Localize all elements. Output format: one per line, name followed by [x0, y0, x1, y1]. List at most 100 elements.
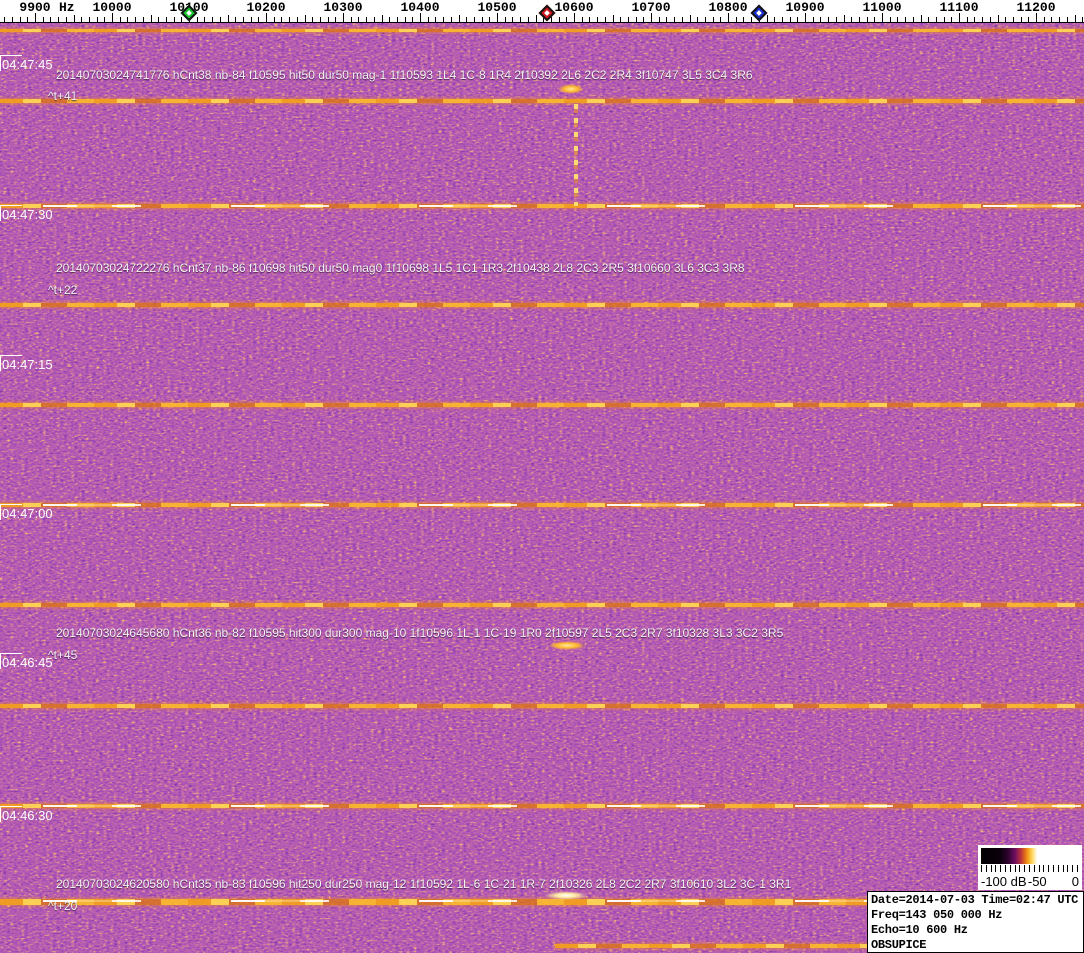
freq-tick — [921, 15, 922, 22]
timing-line — [0, 804, 1084, 808]
freq-tick — [274, 17, 275, 22]
freq-tick — [474, 17, 475, 22]
freq-tick — [1005, 17, 1006, 22]
freq-tick — [589, 17, 590, 22]
freq-tick — [235, 17, 236, 22]
meteor-echo-blob — [548, 641, 586, 650]
freq-tick — [74, 15, 75, 22]
freq-tick — [412, 17, 413, 22]
freq-tick-label: 11100 — [939, 0, 979, 15]
freq-tick — [4, 17, 5, 22]
freq-tick — [620, 17, 621, 22]
time-tick-label: 04:47:45 — [0, 55, 53, 72]
time-tick-label: 04:47:00 — [0, 504, 53, 521]
info-date-line: Date=2014-07-03 Time=02:47 UTC — [871, 893, 1079, 907]
freq-tick — [998, 15, 999, 22]
meteor-echo-blob — [544, 891, 588, 900]
time-tick-mark-vertical — [0, 504, 1, 520]
freq-tick — [897, 17, 898, 22]
freq-tick — [66, 17, 67, 22]
freq-tick — [528, 17, 529, 22]
freq-tick — [1059, 17, 1060, 22]
freq-tick — [659, 17, 660, 22]
freq-tick — [166, 17, 167, 22]
station-info-box: Date=2014-07-03 Time=02:47 UTC Freq=143 … — [867, 891, 1084, 953]
detection-annotation: 20140703024645680 hCnt36 nb-82 f10595 hi… — [56, 626, 784, 640]
time-label-text: 04:47:45 — [2, 57, 53, 72]
time-tick-mark — [0, 653, 22, 654]
freq-tick — [1067, 17, 1068, 22]
freq-tick — [389, 17, 390, 22]
freq-tick — [97, 17, 98, 22]
spectrogram-app: Hz 9900100001010010200103001040010500106… — [0, 0, 1084, 953]
colorbar-ticks — [981, 865, 1078, 873]
freq-tick — [127, 17, 128, 22]
freq-tick — [443, 17, 444, 22]
time-label-text: 04:46:30 — [2, 808, 53, 823]
freq-tick — [505, 17, 506, 22]
time-tick-mark — [0, 205, 22, 206]
freq-tick — [335, 17, 336, 22]
freq-tick — [27, 17, 28, 22]
time-tick-label: 04:46:30 — [0, 806, 53, 823]
freq-tick-label: 11000 — [862, 0, 902, 15]
colorbar-tick — [1076, 865, 1078, 872]
freq-tick — [974, 17, 975, 22]
detection-annotation: 20140703024620580 hCnt35 nb-83 f10596 hi… — [56, 877, 792, 891]
freq-tick — [428, 17, 429, 22]
colorbar-tick — [985, 865, 987, 872]
freq-tick — [374, 17, 375, 22]
colorbar-tick — [1052, 865, 1054, 872]
colorbar-tick — [981, 865, 982, 872]
detection-time-offset: ^t+41 — [48, 89, 78, 103]
freq-tick — [143, 17, 144, 22]
freq-tick — [81, 17, 82, 22]
freq-tick — [566, 17, 567, 22]
freq-tick — [281, 17, 282, 22]
colorbar-min-label: -100 dB — [981, 874, 1027, 889]
freq-tick — [351, 17, 352, 22]
freq-tick — [944, 17, 945, 22]
time-tick-mark — [0, 504, 22, 505]
time-label-text: 04:47:00 — [2, 506, 53, 521]
timing-line — [0, 704, 1084, 708]
freq-tick — [905, 17, 906, 22]
freq-tick — [43, 17, 44, 22]
freq-tick — [628, 17, 629, 22]
colorbar-tick — [1072, 865, 1074, 872]
time-label-text: 04:46:45 — [2, 655, 53, 670]
freq-tick — [767, 15, 768, 22]
colorbar-gradient — [981, 848, 1078, 864]
freq-tick — [459, 15, 460, 22]
colorbar-tick — [1057, 865, 1059, 872]
freq-tick — [636, 17, 637, 22]
freq-tick — [258, 17, 259, 22]
freq-tick — [982, 17, 983, 22]
freq-tick — [228, 15, 229, 22]
freq-tick — [820, 17, 821, 22]
freq-tick — [990, 17, 991, 22]
timing-line — [0, 403, 1084, 407]
colorbar-tick — [1014, 865, 1016, 872]
freq-tick-label: 10000 — [92, 0, 132, 15]
freq-tick — [358, 17, 359, 22]
freq-tick — [50, 17, 51, 22]
freq-tick — [674, 17, 675, 22]
noise-texture — [0, 22, 1084, 953]
freq-tick — [713, 17, 714, 22]
freq-tick — [405, 17, 406, 22]
colorbar-tick — [990, 865, 992, 872]
freq-tick — [204, 17, 205, 22]
freq-tick — [690, 15, 691, 22]
freq-tick-label: 10200 — [246, 0, 286, 15]
freq-tick — [320, 17, 321, 22]
freq-tick — [790, 17, 791, 22]
freq-tick — [751, 17, 752, 22]
freq-tick — [174, 17, 175, 22]
freq-tick — [697, 17, 698, 22]
freq-tick — [605, 17, 606, 22]
freq-tick — [1028, 17, 1029, 22]
freq-tick — [559, 17, 560, 22]
freq-tick — [797, 17, 798, 22]
timing-line-bright-core — [0, 805, 1084, 807]
